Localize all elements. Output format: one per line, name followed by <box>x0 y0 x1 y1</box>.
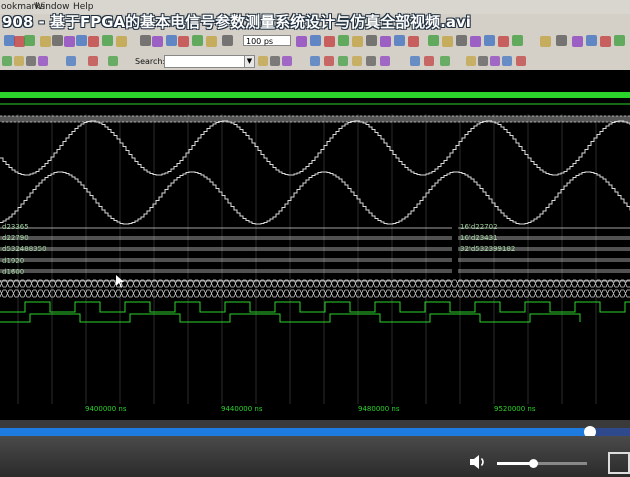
toolbar-button-icon[interactable] <box>442 36 453 47</box>
volume-icon[interactable] <box>468 452 488 472</box>
toolbar-button-icon[interactable] <box>338 35 349 46</box>
toolbar-button-icon[interactable] <box>64 36 75 47</box>
toolbar-button-icon[interactable] <box>352 56 362 66</box>
toolbar-button-icon[interactable] <box>586 35 597 46</box>
toolbar-button-icon[interactable] <box>40 36 51 47</box>
volume-knob[interactable] <box>529 459 538 468</box>
signal-value-right: 32'd532399182 <box>460 245 516 253</box>
toolbar-button-icon[interactable] <box>540 36 551 47</box>
toolbar-button-icon[interactable] <box>26 56 36 66</box>
signal-value-right: 16'd22702 <box>460 223 498 231</box>
toolbar-button-icon[interactable] <box>192 35 203 46</box>
toolbar-button-icon[interactable] <box>108 56 118 66</box>
toolbar-button-icon[interactable] <box>166 35 177 46</box>
search-label: Search: <box>135 57 166 66</box>
toolbar-button-icon[interactable] <box>502 56 512 66</box>
player-controls <box>0 436 630 477</box>
toolbar-button-icon[interactable] <box>572 36 583 47</box>
toolbar-button-icon[interactable] <box>516 56 526 66</box>
toolbar-button-icon[interactable] <box>380 36 391 47</box>
signal-value-left: d23365 <box>2 223 29 231</box>
timeline-tick-label: 9520000 ns <box>494 405 536 413</box>
toolbar-button-icon[interactable] <box>556 35 567 46</box>
toolbar-button-icon[interactable] <box>222 35 233 46</box>
video-progress-fill <box>0 428 590 436</box>
toolbar-button-icon[interactable] <box>470 36 481 47</box>
video-title: 908 - 基于FPGA的基本电信号参数测量系统设计与仿真全部视频.avi <box>2 13 471 31</box>
toolbar-button-icon[interactable] <box>282 56 292 66</box>
toolbar-button-icon[interactable] <box>338 56 348 66</box>
toolbar-button-icon[interactable] <box>428 35 439 46</box>
toolbar-button-icon[interactable] <box>24 35 35 46</box>
toolbar-button-icon[interactable] <box>466 56 476 66</box>
toolbar-button-icon[interactable] <box>424 56 434 66</box>
toolbar-button-icon[interactable] <box>410 56 420 66</box>
toolbar-button-icon[interactable] <box>380 56 390 66</box>
toolbar-button-icon[interactable] <box>324 36 335 47</box>
horizontal-scrollbar[interactable] <box>0 420 630 428</box>
toolbar-button-icon[interactable] <box>484 35 495 46</box>
timeline-tick-label: 9440000 ns <box>221 405 263 413</box>
signal-value-right: 16'd23431 <box>460 234 498 242</box>
toolbar-button-icon[interactable] <box>512 35 523 46</box>
toolbar-button-icon[interactable] <box>498 36 509 47</box>
toolbar-button-icon[interactable] <box>456 35 467 46</box>
toolbar-button-icon[interactable] <box>366 35 377 46</box>
toolbar-button-icon[interactable] <box>178 36 189 47</box>
toolbar-button-icon[interactable] <box>152 36 163 47</box>
signal-value-left: d1920 <box>2 257 25 265</box>
toolbar-button-icon[interactable] <box>324 56 334 66</box>
toolbar-button-icon[interactable] <box>310 35 321 46</box>
volume-slider[interactable] <box>497 459 587 468</box>
toolbar-button-icon[interactable] <box>440 56 450 66</box>
toolbar-button-icon[interactable] <box>88 56 98 66</box>
timeline-tick-label: 9400000 ns <box>85 405 127 413</box>
toolbar-button-icon[interactable] <box>614 35 625 46</box>
search-input[interactable] <box>164 55 246 68</box>
sine-waveform <box>0 171 630 225</box>
toolbar-button-icon[interactable] <box>270 56 280 66</box>
sine-waveform <box>0 120 630 176</box>
toolbar-button-icon[interactable] <box>14 56 24 66</box>
toolbar-button-icon[interactable] <box>490 56 500 66</box>
toolbar-button-icon[interactable] <box>206 36 217 47</box>
volume-fill <box>497 462 533 465</box>
toolbar-button-icon[interactable] <box>52 35 63 46</box>
dense-bus <box>0 289 630 298</box>
search-dropdown-button[interactable]: ▼ <box>244 55 255 68</box>
toolbar-button-icon[interactable] <box>2 56 12 66</box>
bus-signal <box>0 92 630 98</box>
toolbar-button-icon[interactable] <box>310 56 320 66</box>
fullscreen-button[interactable] <box>608 452 630 474</box>
video-progress-bar[interactable] <box>0 426 630 438</box>
signal-value-left: d532488350 <box>2 245 47 253</box>
toolbar-button-icon[interactable] <box>88 36 99 47</box>
toolbar-button-icon[interactable] <box>478 56 488 66</box>
signal-value-left: d1600 <box>2 268 25 276</box>
toolbar-button-icon[interactable] <box>600 36 611 47</box>
toolbar-button-icon[interactable] <box>76 35 87 46</box>
toolbar-button-icon[interactable] <box>66 56 76 66</box>
time-unit-field[interactable]: 100 ps <box>243 35 291 46</box>
timeline-tick-label: 9480000 ns <box>358 405 400 413</box>
toolbar-button-icon[interactable] <box>140 35 151 46</box>
waveform-canvas[interactable] <box>0 70 630 404</box>
toolbar-button-icon[interactable] <box>38 56 48 66</box>
toolbar-button-icon[interactable] <box>258 56 268 66</box>
toolbar-button-icon[interactable] <box>102 35 113 46</box>
toolbar-button-icon[interactable] <box>408 36 419 47</box>
toolbar-button-icon[interactable] <box>352 36 363 47</box>
toolbar-button-icon[interactable] <box>394 35 405 46</box>
square-waveform <box>0 301 630 313</box>
toolbar-button-icon[interactable] <box>116 36 127 47</box>
toolbar-button-icon[interactable] <box>366 56 376 66</box>
signal-value-left: d22790 <box>2 234 29 242</box>
toolbar-button-icon[interactable] <box>296 36 307 47</box>
